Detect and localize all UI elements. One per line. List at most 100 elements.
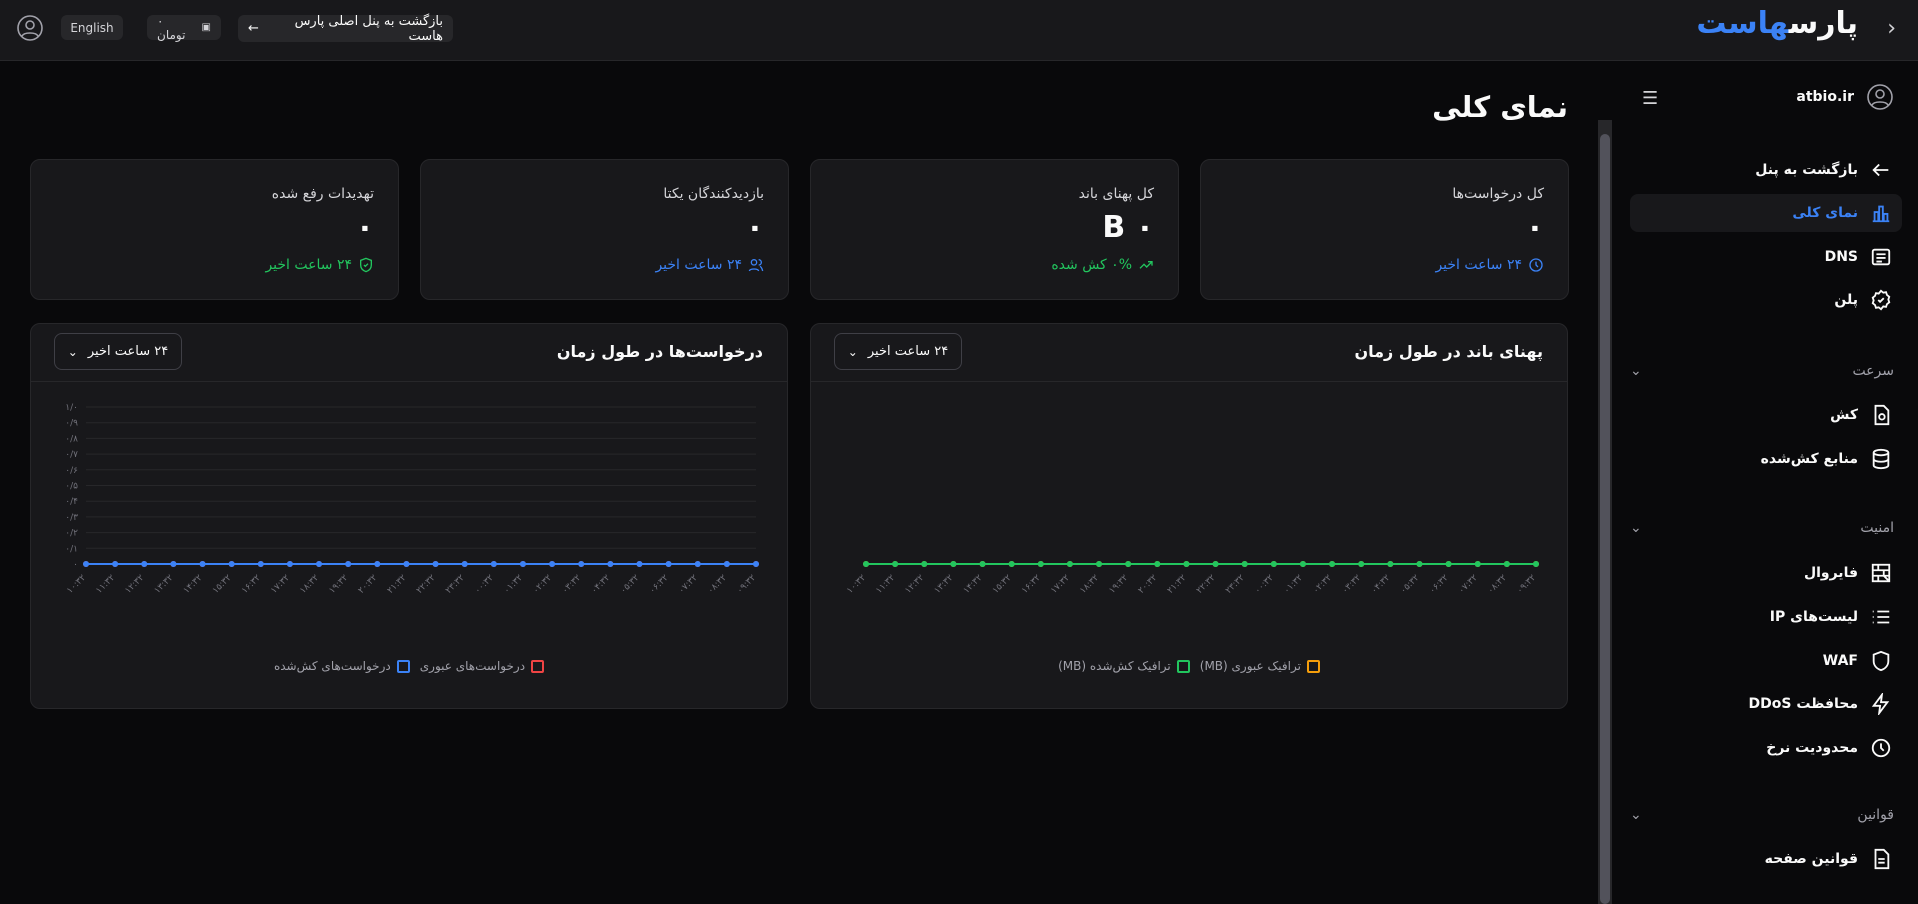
- data-point: [979, 561, 986, 567]
- x-tick-label: ۰۴:۳۲: [1370, 573, 1393, 596]
- x-tick-label: ۱۰:۳۲: [65, 573, 88, 596]
- time-range-select[interactable]: ۲۴ ساعت اخیر ⌄: [54, 333, 182, 370]
- x-tick-label: ۱۳:۳۲: [933, 573, 956, 596]
- x-tick-label: ۱۲:۳۲: [903, 573, 926, 596]
- sidebar-item-ddos[interactable]: محافظت DDoS: [1630, 685, 1902, 723]
- chevron-right-icon[interactable]: ›: [1887, 16, 1896, 41]
- user-avatar-icon[interactable]: [16, 14, 44, 42]
- data-point: [950, 561, 957, 567]
- sidebar-item-back[interactable]: بازگشت به پنل: [1630, 151, 1902, 189]
- y-tick-label: ۰/۹: [65, 419, 78, 429]
- legend-item[interactable]: ترافیک کش‌شده (MB): [1058, 659, 1190, 673]
- x-tick-label: ۰۹:۳۲: [1515, 573, 1538, 596]
- chart-legend: ترافیک عبوری (MB) ترافیک کش‌شده (MB): [811, 659, 1567, 673]
- sidebar-item-cached-resources[interactable]: منابع کش‌شده: [1630, 440, 1902, 478]
- legend-label: ترافیک عبوری (MB): [1199, 659, 1301, 673]
- legend-item[interactable]: درخواست‌های عبوری: [420, 659, 545, 673]
- sidebar-item-label: لیست‌های IP: [1769, 609, 1858, 625]
- data-point: [1270, 561, 1277, 567]
- sidebar-item-rate-limit[interactable]: محدودیت نرخ: [1630, 729, 1902, 767]
- chevron-down-icon: ⌄: [1630, 807, 1642, 823]
- y-tick-label: ۰/۴: [65, 497, 78, 507]
- list-icon: [1872, 610, 1890, 624]
- chevron-down-icon: ⌄: [1630, 363, 1642, 379]
- legend-label: ترافیک کش‌شده (MB): [1058, 659, 1171, 673]
- x-tick-label: ۰۵:۳۲: [1399, 573, 1422, 596]
- main-scrollbar-thumb[interactable]: [1600, 134, 1610, 904]
- y-tick-label: ۰/۶: [65, 466, 78, 476]
- x-tick-label: ۱۰:۳۲: [845, 573, 868, 596]
- panel-header: پهنای باند در طول زمان ۲۴ ساعت اخیر ⌄: [811, 324, 1567, 382]
- data-point: [921, 561, 928, 567]
- x-tick-label: ۱۶:۳۲: [240, 573, 263, 596]
- data-point: [1241, 561, 1248, 567]
- back-to-main-panel-button[interactable]: بازگشت به پنل اصلی پارس هاست ←: [238, 14, 453, 44]
- x-tick-label: ۱۶:۳۲: [1020, 573, 1043, 596]
- x-tick-label: ۰۲:۳۲: [1311, 573, 1334, 596]
- x-tick-label: ۰۸:۳۲: [706, 573, 729, 596]
- panel-title: درخواست‌ها در طول زمان: [556, 342, 763, 361]
- x-tick-label: ۰۷:۳۲: [677, 573, 700, 596]
- x-tick-label: ۱۸:۳۲: [1078, 573, 1101, 596]
- stat-card-footer: ۰% کش شده: [1051, 257, 1154, 273]
- main-scrollbar[interactable]: [1598, 120, 1612, 904]
- database-icon: [1872, 448, 1890, 470]
- data-point: [607, 561, 614, 567]
- sidebar-item-ip-lists[interactable]: لیست‌های IP: [1630, 598, 1902, 636]
- legend-item[interactable]: ترافیک عبوری (MB): [1200, 659, 1320, 673]
- x-tick-label: ۰۹:۳۲: [735, 573, 758, 596]
- sidebar-section-label: امنیت: [1860, 520, 1894, 536]
- panel-header: درخواست‌ها در طول زمان ۲۴ ساعت اخیر ⌄: [31, 324, 787, 382]
- sidebar-user-domain: atbio.ir: [1796, 89, 1854, 105]
- data-point: [665, 561, 672, 567]
- sidebar-item-cache[interactable]: کش: [1630, 396, 1902, 434]
- data-point: [863, 561, 869, 567]
- sidebar-user[interactable]: atbio.ir: [1796, 83, 1894, 111]
- data-point: [1358, 561, 1365, 567]
- user-avatar-icon: [1867, 84, 1893, 110]
- data-point: [1008, 561, 1015, 567]
- sidebar-item-waf[interactable]: WAF: [1630, 642, 1902, 680]
- shield-check-icon: [360, 257, 372, 273]
- sidebar-item-label: DNS: [1824, 249, 1858, 265]
- data-point: [1183, 561, 1190, 567]
- sidebar-item-overview[interactable]: نمای کلی: [1630, 194, 1902, 232]
- sidebar-item-label: نمای کلی: [1792, 205, 1858, 221]
- x-tick-label: ۲۰:۳۲: [357, 573, 380, 596]
- stat-card-total-requests: کل درخواست‌ها ۰ ۲۴ ساعت اخیر: [1200, 159, 1569, 300]
- x-tick-label: ۱۳:۳۲: [153, 573, 176, 596]
- sidebar-item-page-rules[interactable]: قوانین صفحه: [1630, 840, 1902, 878]
- sidebar-item-plan[interactable]: پلن: [1630, 281, 1902, 319]
- shield-icon: [1872, 650, 1890, 672]
- data-point: [374, 561, 381, 567]
- time-range-select[interactable]: ۲۴ ساعت اخیر ⌄: [834, 333, 962, 370]
- data-point: [1037, 561, 1044, 567]
- x-tick-label: ۱۵:۳۲: [211, 573, 234, 596]
- data-point: [1387, 561, 1394, 567]
- sidebar-item-dns[interactable]: DNS: [1630, 238, 1902, 276]
- data-point: [228, 561, 235, 567]
- logo[interactable]: پارسهاست: [1696, 6, 1858, 41]
- x-tick-label: ۱۹:۳۲: [1107, 573, 1130, 596]
- y-tick-label: ۰/۲: [65, 529, 78, 539]
- data-point: [1066, 561, 1073, 567]
- stat-card-value: ۰: [745, 210, 764, 245]
- legend-item[interactable]: درخواست‌های کش‌شده: [274, 659, 410, 673]
- data-point: [432, 561, 439, 567]
- sidebar-item-firewall[interactable]: فایروال: [1630, 554, 1902, 592]
- sidebar-section-security[interactable]: امنیت ⌄: [1630, 516, 1894, 540]
- stat-card-label: تهدیدات رفع شده: [271, 186, 374, 202]
- balance-label: ۰ تومان: [157, 13, 186, 42]
- clock-icon: [1871, 738, 1891, 758]
- data-point: [199, 561, 206, 567]
- data-point: [1299, 561, 1306, 567]
- x-tick-label: ۰۸:۳۲: [1486, 573, 1509, 596]
- sidebar-section-speed[interactable]: سرعت ⌄: [1630, 359, 1894, 383]
- language-switch-button[interactable]: English: [61, 15, 123, 40]
- x-tick-label: ۱۵:۳۲: [991, 573, 1014, 596]
- menu-collapse-icon[interactable]: ☰: [1642, 88, 1658, 109]
- data-point: [1212, 561, 1219, 567]
- sidebar-section-rules[interactable]: قوانین ⌄: [1630, 803, 1894, 827]
- data-point: [694, 561, 701, 567]
- sidebar-item-label: WAF: [1822, 653, 1858, 669]
